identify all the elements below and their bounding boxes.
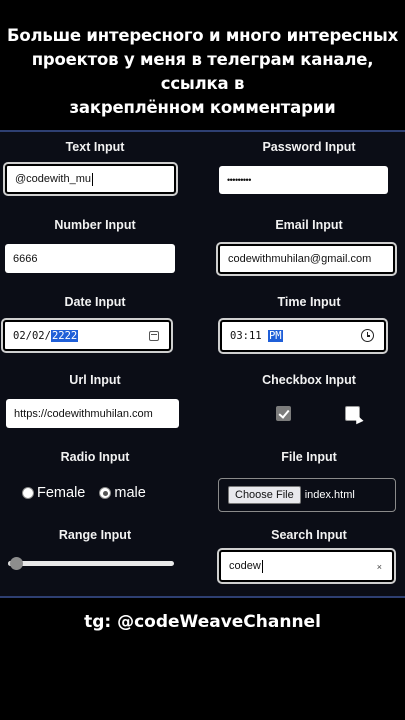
time-input-value: 03:11	[230, 330, 268, 342]
url-input-value: https://codewithmuhilan.com	[14, 407, 153, 420]
number-input-value: 6666	[13, 252, 38, 265]
radio-group: Female male	[22, 485, 146, 501]
range-input-label: Range Input	[58, 528, 132, 542]
radio-male[interactable]	[99, 487, 112, 499]
calendar-icon[interactable]	[149, 331, 159, 341]
checkbox-input-label: Checkbox Input	[262, 373, 356, 387]
clear-search-icon[interactable]: ×	[377, 562, 382, 572]
file-input: Choose File index.html	[218, 478, 396, 512]
email-input[interactable]: codewithmuhilan@gmail.com	[218, 244, 395, 274]
radio-female[interactable]	[22, 487, 34, 499]
checkbox-checked[interactable]	[276, 406, 291, 421]
number-input-label: Number Input	[54, 218, 136, 232]
caption-line-1: Больше интересного и много интересных	[6, 26, 399, 45]
text-input[interactable]: @codewith_mu	[5, 164, 176, 194]
search-input-label: Search Input	[271, 528, 347, 542]
telegram-channel-text: tg: @codeWeaveChannel	[84, 612, 321, 632]
url-input[interactable]: https://codewithmuhilan.com	[6, 399, 179, 428]
email-input-label: Email Input	[275, 218, 343, 232]
time-input-selected-segment: PM	[267, 330, 283, 342]
radio-input-label: Radio Input	[60, 450, 130, 464]
date-input-label: Date Input	[64, 295, 126, 309]
choose-file-button[interactable]: Choose File	[228, 486, 301, 504]
radio-male-label[interactable]: male	[114, 485, 145, 501]
password-input[interactable]: •••••••••	[219, 166, 388, 194]
password-input-label: Password Input	[262, 140, 356, 154]
file-input-label: File Input	[281, 450, 337, 464]
date-input-value: 02/02/	[13, 329, 51, 342]
email-input-value: codewithmuhilan@gmail.com	[228, 253, 372, 265]
range-slider[interactable]	[8, 557, 174, 570]
date-input-selected-segment: 2222	[50, 329, 79, 342]
caption-line-2: проектов у меня в телеграм канале, ссылк…	[31, 50, 374, 93]
date-input[interactable]: 02/02/2222	[3, 320, 171, 351]
caption-line-3: закреплённом комментарии	[69, 98, 336, 117]
text-input-value: @codewith_mu	[15, 173, 91, 185]
video-caption: Больше интересного и много интересных пр…	[0, 24, 405, 120]
password-input-value: •••••••••	[227, 175, 251, 185]
radio-female-label[interactable]: Female	[37, 485, 85, 501]
search-input[interactable]: codew ×	[219, 550, 394, 582]
time-input[interactable]: 03:11 PM	[220, 320, 386, 352]
text-input-label: Text Input	[65, 140, 125, 154]
clock-icon[interactable]	[361, 329, 374, 342]
number-input[interactable]: 6666	[5, 244, 175, 273]
file-name: index.html	[304, 489, 355, 501]
url-input-label: Url Input	[69, 373, 121, 387]
search-input-value: codew	[229, 560, 261, 572]
time-input-label: Time Input	[277, 295, 341, 309]
